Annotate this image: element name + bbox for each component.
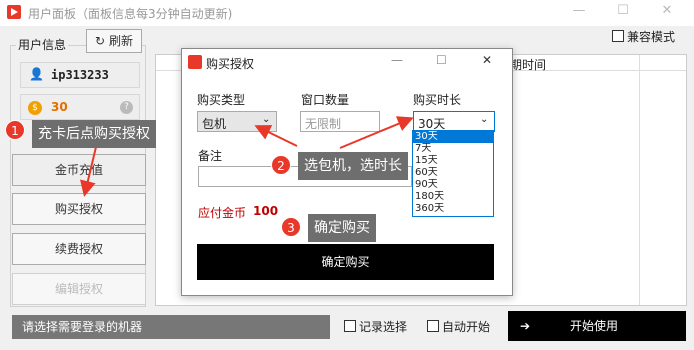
step-3-callout: 确定购买 <box>308 214 376 242</box>
step-1-callout: 充卡后点购买授权 <box>32 120 156 148</box>
arrow-to-buy-button <box>80 146 97 197</box>
step-1-badge: 1 <box>5 120 25 140</box>
step-2-badge: 2 <box>271 155 291 175</box>
arrow-to-duration-select <box>339 116 414 149</box>
step-2-callout: 选包机，选时长 <box>298 152 408 180</box>
arrow-to-type-select <box>254 125 298 147</box>
step-3-badge: 3 <box>281 217 301 237</box>
